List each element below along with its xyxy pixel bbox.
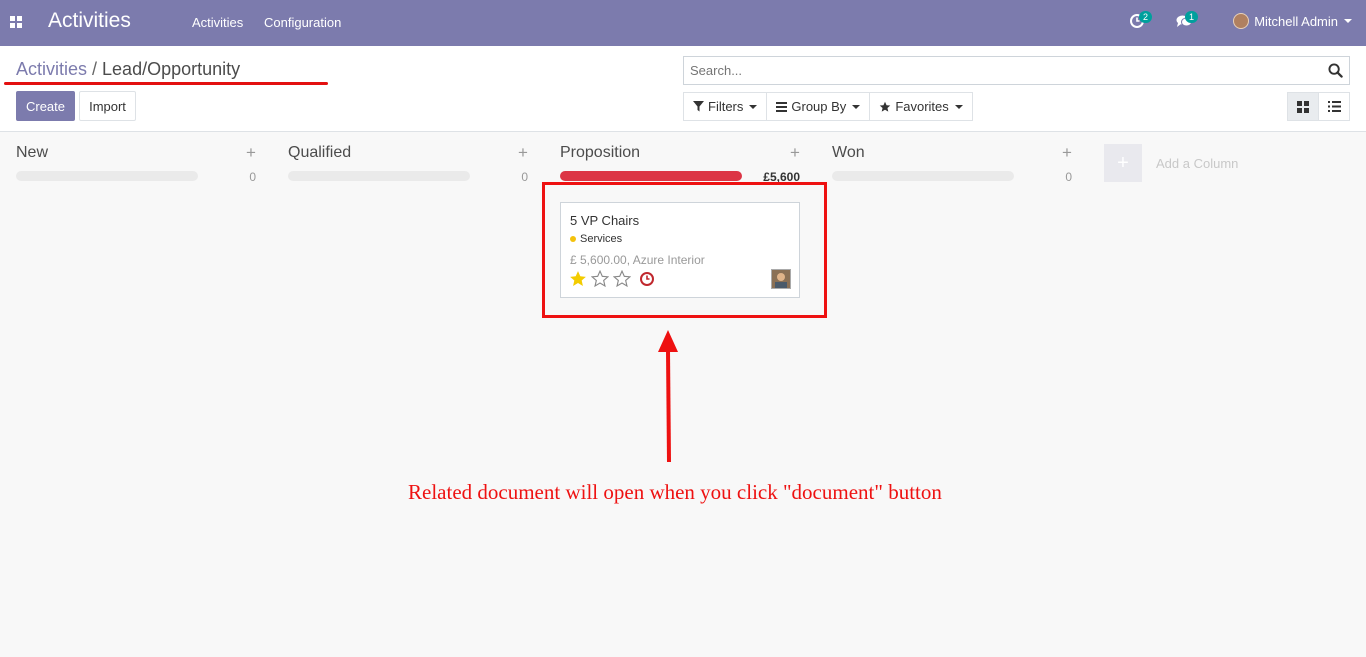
column-total: 0 (249, 170, 256, 184)
kanban-grid-icon (1297, 100, 1309, 113)
add-column-label: Add a Column (1156, 155, 1239, 171)
tag-label: Services (580, 233, 623, 245)
bars-icon (776, 101, 788, 112)
tag-color-dot (570, 236, 576, 242)
search-input[interactable] (684, 57, 1304, 84)
apps-menu-icon[interactable] (10, 16, 22, 28)
app-title: Activities (48, 9, 131, 32)
breadcrumb-activities-link[interactable]: Activities (16, 59, 87, 79)
user-name: Mitchell Admin (1254, 13, 1338, 29)
quick-create-button[interactable]: + (246, 143, 256, 163)
clock-icon[interactable] (639, 271, 655, 287)
chevron-down-icon (749, 104, 758, 109)
star-empty-icon[interactable] (591, 270, 609, 288)
activity-count-badge: 2 (1139, 11, 1153, 23)
person-avatar-icon (772, 270, 790, 288)
column-progress-bar[interactable] (832, 171, 1014, 181)
menu-configuration[interactable]: Configuration (264, 15, 341, 30)
annotation-text: Related document will open when you clic… (408, 480, 942, 504)
group-by-label: Group By (791, 99, 847, 114)
search-icon[interactable] (1328, 63, 1343, 78)
quick-create-button[interactable]: + (1062, 143, 1072, 163)
filter-icon (693, 101, 704, 112)
star-icon (880, 101, 891, 112)
column-title[interactable]: Proposition (560, 144, 640, 162)
user-avatar (1233, 13, 1250, 29)
search-bar (683, 56, 1350, 85)
column-total: £5,600 (763, 170, 800, 184)
annotation-arrow-icon (658, 330, 678, 463)
card-amount: £ 5,600.00, Azure Interior (570, 253, 705, 267)
quick-create-button[interactable]: + (518, 143, 528, 163)
column-total: 0 (521, 170, 528, 184)
list-icon (1327, 101, 1341, 112)
breadcrumb-separator: / (92, 59, 98, 79)
list-view-button[interactable] (1318, 92, 1350, 121)
chevron-down-icon (954, 104, 963, 109)
kanban-view-button[interactable] (1287, 92, 1319, 121)
kanban-card[interactable]: 5 VP Chairs Services £ 5,600.00, Azure I… (560, 202, 800, 298)
column-progress-bar[interactable] (16, 171, 198, 181)
breadcrumb: Activities / Lead/Opportunity (16, 59, 240, 80)
column-progress-bar[interactable] (560, 171, 742, 181)
message-count-badge: 1 (1185, 11, 1199, 23)
chevron-down-icon (1344, 19, 1352, 23)
breadcrumb-current: Lead/Opportunity (102, 59, 241, 79)
filters-label: Filters (708, 99, 744, 114)
group-by-dropdown[interactable]: Group By (766, 92, 871, 121)
favorites-dropdown[interactable]: Favorites (869, 92, 973, 121)
import-button[interactable]: Import (79, 91, 136, 121)
assignee-avatar[interactable] (771, 269, 791, 289)
card-tag: Services (570, 233, 622, 245)
star-filled-icon[interactable] (569, 270, 587, 288)
column-title[interactable]: Qualified (288, 144, 351, 162)
column-total: 0 (1065, 170, 1072, 184)
quick-create-button[interactable]: + (790, 143, 800, 163)
user-menu[interactable]: Mitchell Admin (1233, 13, 1352, 29)
search-options: Filters Group By Favorites (683, 92, 973, 121)
chevron-down-icon (852, 104, 861, 109)
priority-widget (569, 270, 659, 288)
column-progress-bar[interactable] (288, 171, 470, 181)
plus-icon: + (1104, 144, 1142, 182)
menu-activities[interactable]: Activities (192, 15, 243, 30)
add-column-button[interactable]: + Add a Column (1104, 144, 1238, 182)
activity-systray-button[interactable]: 2 (1130, 11, 1153, 30)
messaging-systray-button[interactable]: 1 (1176, 11, 1199, 30)
favorites-label: Favorites (895, 99, 949, 114)
control-panel: Activities / Lead/Opportunity Create Impor… (0, 46, 1366, 132)
filters-dropdown[interactable]: Filters (683, 92, 768, 121)
top-navbar: Activities Activities Configuration 2 1 … (0, 0, 1366, 46)
star-empty-icon[interactable] (613, 270, 631, 288)
view-switcher (1287, 92, 1350, 121)
create-button[interactable]: Create (16, 91, 75, 121)
column-title[interactable]: Won (832, 144, 865, 162)
column-title[interactable]: New (16, 144, 48, 162)
kanban-board: New + 0 Qualified + 0 Proposition + £5,6… (0, 132, 1366, 657)
annotation-underline (4, 82, 328, 85)
progress-fill (560, 171, 742, 181)
card-title: 5 VP Chairs (570, 213, 640, 228)
